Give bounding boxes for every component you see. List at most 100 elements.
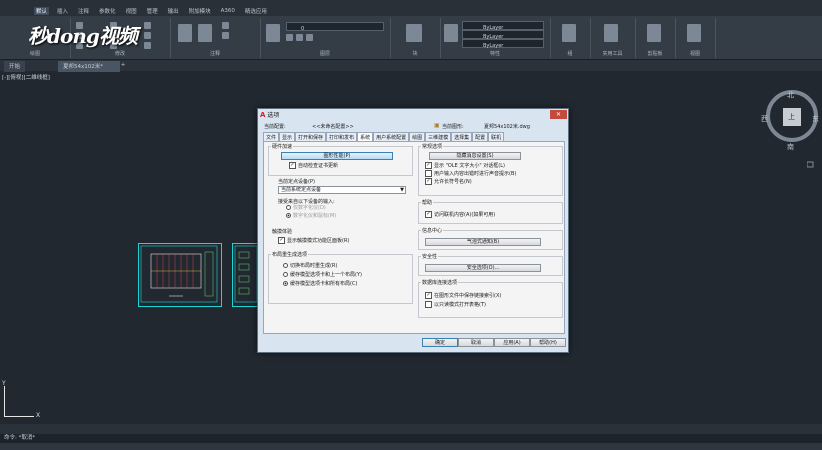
paste-icon[interactable] (647, 24, 661, 42)
accept-input-label: 接受来自以下设备的输入: (278, 199, 335, 205)
ok-button[interactable]: 确定 (422, 338, 458, 347)
leader-icon[interactable] (222, 22, 229, 29)
digitizer-and-mouse-radio[interactable]: 数字化仪和鼠标(M) (286, 213, 336, 220)
new-tab-button[interactable]: + (114, 61, 132, 72)
layer-state-icon[interactable] (286, 34, 293, 41)
ribbon-tab-annotate[interactable]: 注释 (76, 7, 91, 15)
pointing-device-select[interactable]: 当前系统定点设备 ▼ (278, 186, 406, 194)
tab-selection[interactable]: 选择集 (451, 132, 473, 141)
ribbon-tab-parametric[interactable]: 参数化 (97, 7, 118, 15)
tab-start[interactable]: 开始 (4, 61, 26, 72)
ribbon-tab-addins[interactable]: 附加模块 (187, 7, 213, 15)
tab-files[interactable]: 文件 (263, 132, 280, 141)
tab-plot-publish[interactable]: 打印和发布 (326, 132, 358, 141)
cache-model-last-layout-radio[interactable]: 缓存模型选项卡和上一个布局(Y) (283, 272, 362, 279)
compass-west[interactable]: 西 (761, 114, 768, 124)
drawing-sheet-1[interactable] (138, 243, 222, 307)
measure-icon[interactable] (604, 24, 618, 42)
insert-block-icon[interactable] (406, 24, 422, 42)
ucs-y-axis (4, 386, 5, 416)
ribbon-tab-default[interactable]: 默认 (34, 7, 50, 15)
watermark-logo: 秒dong视频 (28, 24, 138, 48)
online-content-checkbox[interactable]: ✓ 访问联机内容(A)(如果可用) (425, 211, 495, 219)
layer-freeze-icon[interactable] (296, 34, 303, 41)
tab-drafting[interactable]: 绘图 (409, 132, 426, 141)
tab-profiles[interactable]: 配置 (472, 132, 489, 141)
ribbon-tab-a360[interactable]: A360 (219, 8, 237, 14)
help-button[interactable]: 帮助(H) (530, 338, 566, 347)
auto-cert-update-checkbox[interactable]: ✓ 自动检查证书更新 (289, 162, 338, 170)
text-icon[interactable] (178, 24, 192, 42)
viewport-controls[interactable]: [-][俯视][二维线框] (2, 73, 50, 81)
layer-properties-icon[interactable] (266, 24, 280, 42)
hw-accel-title: 硬件加速 (271, 143, 294, 150)
layer-lock-icon[interactable] (306, 34, 313, 41)
ribbon-tab-manage[interactable]: 管理 (145, 7, 160, 15)
command-line[interactable]: 命令: *取消* (0, 434, 822, 443)
dbconnect-group: 数据库连接选项 ✓ 在图形文件中保存链接索引(X) 以只读模式打开表格(T) (418, 279, 563, 318)
current-profile-label: 当前配置: (264, 124, 286, 130)
table-icon[interactable] (222, 32, 229, 39)
ribbon-tab-insert[interactable]: 插入 (55, 7, 70, 15)
chevron-down-icon: ▼ (400, 187, 404, 193)
match-properties-icon[interactable] (444, 24, 458, 42)
beep-on-error-checkbox[interactable]: 用户输入内容出错时进行声音提示(B) (425, 170, 516, 178)
ribbon-group-layers: 0 图层 (260, 18, 391, 58)
options-dialog: A 选项 ✕ 当前配置: <<未命名配置>> ▣ 当前图形: 夏邦54x102米.… (257, 108, 569, 353)
tab-open-save[interactable]: 打开和保存 (295, 132, 327, 141)
compass-south[interactable]: 南 (787, 142, 794, 152)
lineweight-select[interactable]: ByLayer (462, 39, 544, 49)
ribbon-tab-output[interactable]: 输出 (166, 7, 181, 15)
security-options-button[interactable]: 安全选项(O)... (425, 264, 541, 272)
trim-icon[interactable] (144, 22, 151, 29)
array-icon[interactable] (144, 42, 151, 49)
dialog-close-button[interactable]: ✕ (550, 110, 567, 119)
ribbon-tab-bar: 默认 插入 注释 参数化 视图 管理 输出 附加模块 A360 精选应用 (0, 6, 822, 16)
layout-regen-group: 布局重生成选项 切换布局时重生成(R) 缓存模型选项卡和上一个布局(Y) 缓存模… (268, 251, 413, 304)
layer-select[interactable]: 0 (286, 22, 384, 32)
long-symbol-names-checkbox[interactable]: ✓ 允许长符号名(N) (425, 178, 472, 186)
ribbon-group-utilities: 实用工具 (590, 18, 636, 58)
cancel-button[interactable]: 取消 (458, 338, 494, 347)
dialog-tabs: 文件 显示 打开和保存 打印和发布 系统 用户系统配置 绘图 三维建模 选择集 … (263, 132, 565, 141)
group-icon[interactable] (562, 24, 576, 42)
viewcube-menu-icon[interactable] (806, 160, 815, 168)
dimension-icon[interactable] (198, 24, 212, 42)
save-link-index-checkbox[interactable]: ✓ 在图形文件中保存链接索引(X) (425, 292, 501, 300)
ole-text-size-checkbox[interactable]: ✓ 显示 "OLE 文字大小" 对话框(L) (425, 162, 505, 170)
tab-online[interactable]: 联机 (488, 132, 505, 141)
info-center-group: 信息中心 气泡式通知(B) (418, 227, 563, 250)
digitizer-only-radio[interactable]: 仅数字化仪(D) (286, 205, 326, 212)
touch-title: 触摸体验 (272, 229, 293, 235)
tab-display[interactable]: 显示 (279, 132, 296, 141)
ribbon-tab-featured[interactable]: 精选应用 (243, 7, 269, 15)
status-bar (0, 443, 822, 450)
hidden-messages-button[interactable]: 隐藏消息设置(S) (429, 152, 521, 160)
regen-on-switch-radio[interactable]: 切换布局时重生成(R) (283, 263, 337, 270)
ribbon-tab-view[interactable]: 视图 (124, 7, 139, 15)
tab-user-preferences[interactable]: 用户系统配置 (373, 132, 410, 141)
graphics-performance-button[interactable]: 图形性能(P) (281, 152, 393, 160)
base-view-icon[interactable] (687, 24, 701, 42)
current-profile-value: <<未命名配置>> (312, 124, 354, 130)
compass-north[interactable]: 北 (787, 90, 794, 100)
readonly-tables-checkbox[interactable]: 以只读模式打开表格(T) (425, 301, 486, 309)
general-options-title: 常规选项 (421, 143, 444, 150)
ucs-x-axis (4, 416, 34, 417)
tab-3d-modeling[interactable]: 三维建模 (425, 132, 452, 141)
current-drawing-label: 当前图形: (442, 124, 464, 130)
ucs-x-label: X (36, 412, 41, 419)
tab-drawing[interactable]: 夏邦54x102米* (58, 61, 120, 72)
color-select[interactable]: ByLayer (462, 21, 544, 31)
cache-model-all-layouts-radio[interactable]: 缓存模型选项卡和所有布局(C) (283, 281, 357, 288)
hw-accel-group: 硬件加速 图形性能(P) ✓ 自动检查证书更新 (268, 143, 413, 176)
fillet-icon[interactable] (144, 32, 151, 39)
profile-row: 当前配置: <<未命名配置>> ▣ 当前图形: 夏邦54x102米.dwg (264, 122, 564, 131)
apply-button[interactable]: 应用(A) (494, 338, 530, 347)
tab-system[interactable]: 系统 (357, 132, 374, 141)
viewcube-top-label[interactable]: 上 (788, 112, 795, 122)
touch-ribbon-checkbox[interactable]: ✓ 显示触摸模式功能区面板(R) (278, 237, 349, 245)
balloon-notifications-button[interactable]: 气泡式通知(B) (425, 238, 541, 246)
compass-east[interactable]: 东 (812, 114, 819, 124)
linetype-select[interactable]: ByLayer (462, 30, 544, 40)
